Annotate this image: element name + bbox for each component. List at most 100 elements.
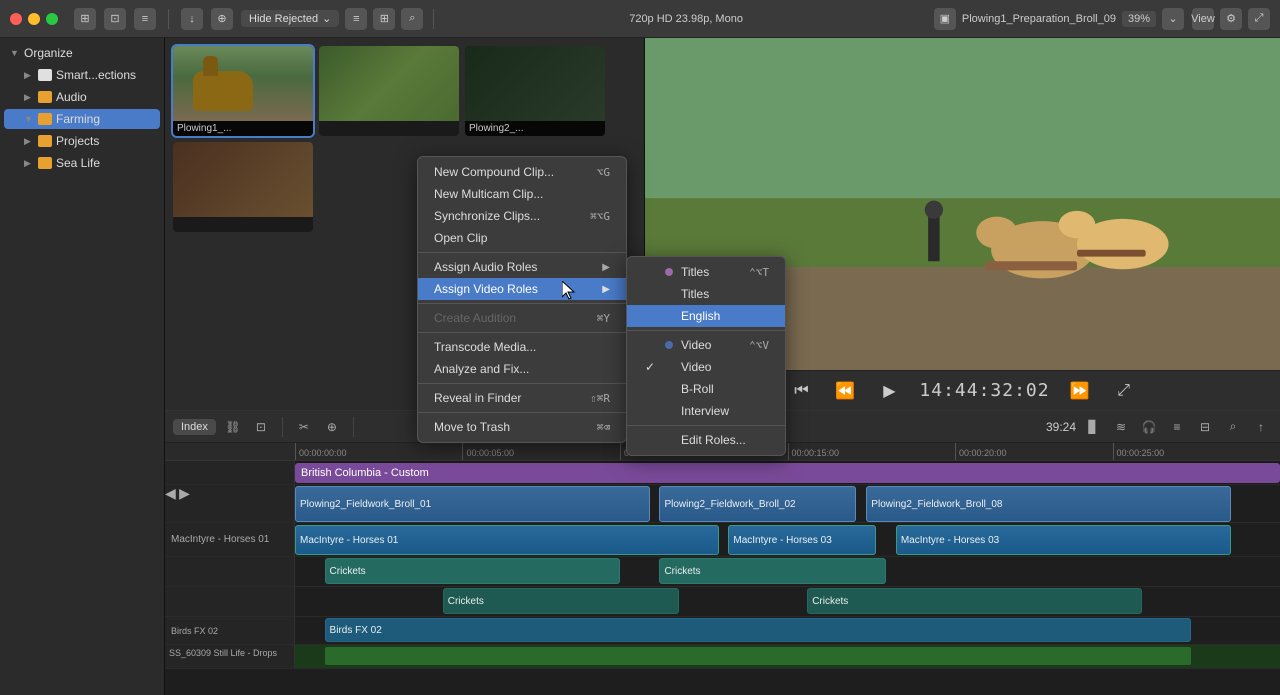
link-icon[interactable]: ⛓ [222, 416, 244, 438]
transform-icon[interactable]: ⊕ [321, 416, 343, 438]
prev-clip-icon[interactable]: ◀ [165, 485, 176, 501]
audio-clip[interactable]: MacIntyre - Horses 03 [728, 525, 876, 555]
menu-separator [627, 425, 785, 426]
settings-icon[interactable]: ⚙ [1220, 8, 1242, 30]
grid-view-icon[interactable]: ⊞ [373, 8, 395, 30]
sidebar-item-label: Farming [56, 112, 100, 126]
next-clip-icon[interactable]: ▶ [179, 485, 190, 501]
ctx-move-trash[interactable]: Move to Trash ⌘⌫ [418, 416, 626, 438]
sub-video-checked[interactable]: ✓ Video [627, 356, 785, 378]
video-clip[interactable]: Plowing2_Fieldwork_Broll_02 [659, 486, 856, 522]
still-life-clip[interactable] [325, 647, 1192, 665]
timeline-content[interactable]: British Columbia - Custom ◀ ▶ Plowing2_F… [165, 461, 1280, 695]
ctx-new-multicam-clip[interactable]: New Multicam Clip... [418, 183, 626, 205]
ctx-reveal-finder[interactable]: Reveal in Finder ⇧⌘R [418, 387, 626, 409]
sub-titles[interactable]: Titles ⌃⌥T [627, 261, 785, 283]
headphone-icon[interactable]: 🎧 [1138, 416, 1160, 438]
ctx-assign-audio-roles[interactable]: Assign Audio Roles ▶ [418, 256, 626, 278]
waveform-icon[interactable]: ≋ [1110, 416, 1132, 438]
timeline-icon[interactable]: ≡ [134, 8, 156, 30]
sub-item-label: Titles [681, 265, 709, 279]
magnetic-icon[interactable]: ⊡ [250, 416, 272, 438]
step-forward-button[interactable]: ⏩ [1066, 377, 1094, 405]
ctx-transcode-media[interactable]: Transcode Media... [418, 336, 626, 358]
sidebar-item-organize[interactable]: ▼ Organize [4, 43, 160, 63]
menu-separator [418, 412, 626, 413]
clip-label: MacIntyre - Horses 03 [901, 535, 999, 546]
view-button[interactable]: View [1192, 8, 1214, 30]
crickets-clip[interactable]: Crickets [325, 558, 621, 584]
submenu-arrow-icon: ▶ [602, 262, 610, 273]
import-icon[interactable]: ↓ [181, 8, 203, 30]
ctx-assign-video-roles[interactable]: Assign Video Roles ▶ [418, 278, 626, 300]
expand-arrow-icon: ▶ [24, 136, 34, 147]
birds-fx-clip[interactable]: Birds FX 02 [325, 618, 1192, 642]
ctx-open-clip[interactable]: Open Clip [418, 227, 626, 249]
clip-thumbnail[interactable] [173, 142, 313, 232]
audio-clip[interactable]: MacIntyre - Horses 01 [295, 525, 719, 555]
color-dot-icon [665, 268, 673, 276]
sub-edit-roles[interactable]: Edit Roles... [627, 429, 785, 451]
sub-item-label: Titles [681, 287, 709, 301]
track-header [165, 461, 295, 484]
sub-english[interactable]: English [627, 305, 785, 327]
role-lanes-icon[interactable]: ≡ [1166, 416, 1188, 438]
preview-info: 720p HD 23.98p, Mono [444, 13, 928, 25]
video-clip[interactable]: Plowing2_Fieldwork_Broll_01 [295, 486, 650, 522]
audio-meter-icon[interactable]: ▊ [1082, 416, 1104, 438]
minimize-button[interactable] [28, 13, 40, 25]
crickets-clip[interactable]: Crickets [659, 558, 886, 584]
zoom-level[interactable]: 39% [1122, 11, 1156, 27]
sidebar-item-farming[interactable]: ▼ Farming [4, 109, 160, 129]
rewind-button[interactable]: ⏮ [787, 377, 815, 405]
ctx-synchronize-clips[interactable]: Synchronize Clips... ⌘⌥G [418, 205, 626, 227]
export-icon[interactable]: ↑ [1250, 416, 1272, 438]
audio-clip[interactable]: MacIntyre - Horses 03 [896, 525, 1231, 555]
sidebar-item-smart-collections[interactable]: ▶ Smart...ections [4, 65, 160, 85]
expand-arrow-icon: ▶ [24, 70, 34, 81]
clip-preview-image [465, 46, 605, 121]
green-clips-area [295, 645, 1280, 668]
clip-label: Crickets [448, 596, 484, 607]
clip-label: MacIntyre - Horses 03 [733, 535, 831, 546]
hide-rejected-button[interactable]: Hide Rejected ⌄ [241, 10, 339, 27]
ctx-analyze-fix[interactable]: Analyze and Fix... [418, 358, 626, 380]
clip-thumbnail[interactable] [319, 46, 459, 136]
play-button[interactable]: ▶ [875, 377, 903, 405]
sub-b-roll[interactable]: B-Roll [627, 378, 785, 400]
monitor-icon[interactable]: ▣ [934, 8, 956, 30]
list-view-icon[interactable]: ≡ [345, 8, 367, 30]
zoom-icon[interactable]: ⌕ [1222, 416, 1244, 438]
fullscreen-button[interactable]: ⤢ [1110, 377, 1138, 405]
library-icon[interactable]: ⊞ [74, 8, 96, 30]
clip-label: British Columbia - Custom [301, 467, 429, 479]
close-button[interactable] [10, 13, 22, 25]
clip-thumbnail[interactable]: Plowing1_... [173, 46, 313, 136]
fullscreen-icon[interactable]: ⤢ [1248, 8, 1270, 30]
ctx-item-label: Synchronize Clips... [434, 209, 540, 223]
browser-icon[interactable]: ⊡ [104, 8, 126, 30]
sidebar-item-sea-life[interactable]: ▶ Sea Life [4, 153, 160, 173]
crickets-clip[interactable]: Crickets [807, 588, 1142, 614]
sub-video[interactable]: Video ⌃⌥V [627, 334, 785, 356]
ruler-tick: 00:00:25:00 [1113, 443, 1165, 460]
index-button[interactable]: Index [173, 419, 216, 435]
sub-interview[interactable]: Interview [627, 400, 785, 422]
ctx-new-compound-clip[interactable]: New Compound Clip... ⌥G [418, 161, 626, 183]
sidebar-item-audio[interactable]: ▶ Audio [4, 87, 160, 107]
sub-item-label: Edit Roles... [681, 433, 746, 447]
sidebar-item-projects[interactable]: ▶ Projects [4, 131, 160, 151]
sub-titles-2[interactable]: Titles [627, 283, 785, 305]
step-back-button[interactable]: ⏪ [831, 377, 859, 405]
share-icon[interactable]: ⊕ [211, 8, 233, 30]
chevron-down-icon[interactable]: ⌄ [1162, 8, 1184, 30]
clip-height-icon[interactable]: ⊟ [1194, 416, 1216, 438]
video-clip[interactable]: Plowing2_Fieldwork_Broll_08 [866, 486, 1230, 522]
blade-icon[interactable]: ✂ [293, 416, 315, 438]
story-clip[interactable]: British Columbia - Custom [295, 463, 1280, 483]
clip-thumbnail[interactable]: Plowing2_... [465, 46, 605, 136]
folder-icon [38, 135, 52, 147]
crickets-clip[interactable]: Crickets [443, 588, 679, 614]
fullscreen-button[interactable] [46, 13, 58, 25]
search-icon[interactable]: ⌕ [401, 8, 423, 30]
